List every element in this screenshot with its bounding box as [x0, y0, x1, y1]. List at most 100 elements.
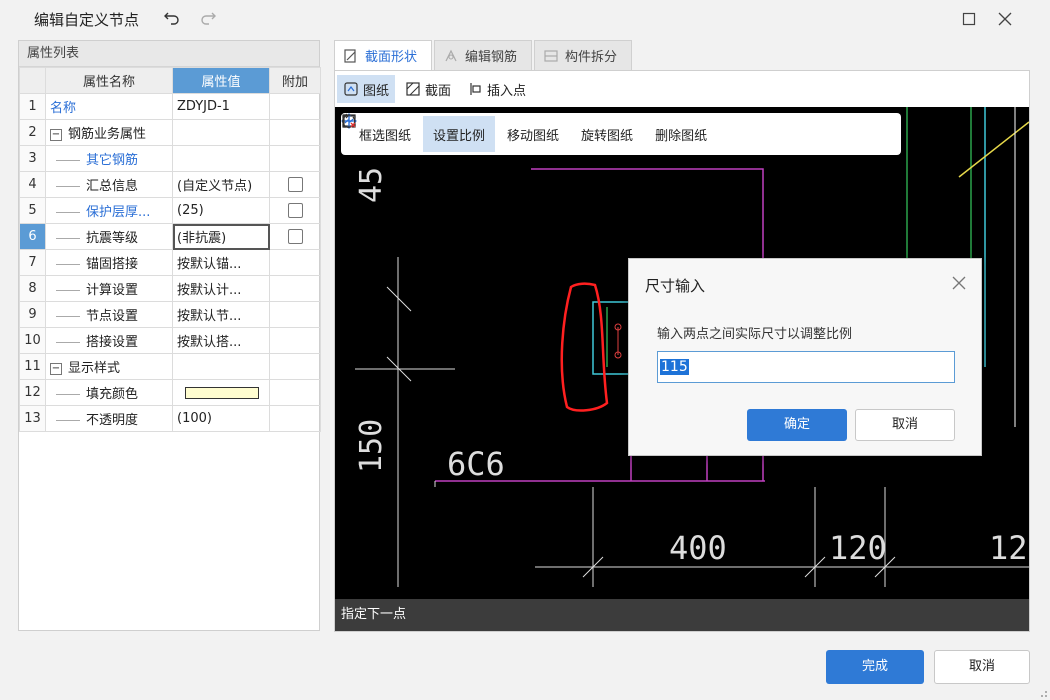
tree-line: [56, 394, 80, 395]
dim-text-45: 45: [354, 167, 389, 203]
title-bar: 编辑自定义节点: [0, 0, 1050, 38]
cancel-button[interactable]: 取消: [934, 650, 1030, 684]
insert-point-icon: [470, 83, 481, 95]
property-group: − 钢筋业务属性: [45, 119, 173, 146]
tree-line: [56, 290, 80, 291]
header-name[interactable]: 属性名称: [45, 67, 173, 94]
maximize-icon[interactable]: [958, 8, 980, 30]
select-drawing-button[interactable]: 框选图纸: [342, 114, 421, 152]
table-row[interactable]: 8 计算设置 按默认计...: [19, 275, 321, 302]
tree-line: [56, 212, 80, 213]
property-name-cell: 不透明度: [45, 405, 173, 432]
ok-button[interactable]: 确定: [747, 409, 847, 441]
extra-checkbox[interactable]: [287, 229, 303, 244]
delete-drawing-button[interactable]: 删除图纸: [343, 114, 717, 152]
property-value[interactable]: (非抗震): [172, 223, 270, 250]
dialog-prompt: 输入两点之间实际尺寸以调整比例: [657, 327, 853, 342]
property-name: 锚固搭接: [86, 257, 139, 272]
property-extra: [269, 197, 321, 224]
property-value: [172, 119, 270, 146]
set-scale-button[interactable]: 设置比例: [342, 115, 496, 152]
button-label: 旋转图纸: [581, 128, 634, 144]
property-value[interactable]: 按默认锚...: [172, 249, 270, 276]
property-value[interactable]: 按默认节...: [172, 301, 270, 328]
collapse-icon[interactable]: −: [50, 128, 62, 141]
table-row[interactable]: 4 汇总信息 (自定义节点): [19, 171, 321, 198]
table-row[interactable]: 1 名称 ZDYJD-1: [19, 93, 321, 120]
undo-icon[interactable]: [162, 8, 182, 28]
header-value[interactable]: 属性值: [172, 67, 270, 94]
table-row[interactable]: 7 锚固搭接 按默认锚...: [19, 249, 321, 276]
button-label: 设置比例: [433, 128, 486, 144]
redo-icon[interactable]: [198, 8, 218, 28]
property-value[interactable]: ZDYJD-1: [172, 93, 270, 120]
extra-checkbox[interactable]: [287, 203, 303, 218]
table-row[interactable]: 9 节点设置 按默认节...: [19, 301, 321, 328]
subtab-insert-point[interactable]: 插入点: [461, 75, 532, 103]
row-number: 10: [19, 327, 46, 354]
row-number: 11: [19, 353, 46, 380]
rebar-label: 6C6: [447, 445, 505, 483]
dimension-input-value: 115: [660, 359, 689, 375]
table-row[interactable]: 11 − 显示样式: [19, 353, 321, 380]
button-label: 移动图纸: [507, 128, 560, 144]
extra-checkbox[interactable]: [287, 177, 303, 192]
window-title: 编辑自定义节点: [34, 11, 140, 29]
tree-line: [56, 186, 80, 187]
close-icon[interactable]: [994, 8, 1016, 30]
tree-line: [56, 160, 80, 161]
property-extra: [269, 275, 321, 302]
subtab-drawing[interactable]: 图纸: [337, 75, 396, 103]
property-value[interactable]: (自定义节点): [172, 171, 270, 198]
property-name: 其它钢筋: [86, 153, 139, 168]
tab-component-split[interactable]: 构件拆分: [534, 40, 633, 70]
table-row[interactable]: 10 搭接设置 按默认搭...: [19, 327, 321, 354]
drawing-toolbar: 框选图纸 设置比例 移动图纸 旋转图纸 删除图纸: [341, 113, 901, 155]
property-extra: [269, 249, 321, 276]
property-value[interactable]: 按默认计...: [172, 275, 270, 302]
table-row-selected[interactable]: 6 抗震等级 (非抗震): [19, 223, 321, 250]
table-row[interactable]: 3 其它钢筋: [19, 145, 321, 172]
property-name: 填充颜色: [86, 387, 139, 402]
property-value: [172, 353, 270, 380]
main-tabs: 截面形状 编辑钢筋 构件拆分: [334, 40, 634, 70]
dim-text-12: 12: [989, 529, 1028, 567]
move-drawing-button[interactable]: 移动图纸: [341, 113, 569, 152]
tree-line: [56, 316, 80, 317]
fill-color-swatch[interactable]: [185, 386, 259, 399]
property-value[interactable]: (25): [172, 197, 270, 224]
property-name-cell: 其它钢筋: [45, 145, 173, 172]
collapse-icon[interactable]: −: [50, 362, 62, 375]
tab-section-shape[interactable]: 截面形状: [334, 40, 433, 70]
dimension-input[interactable]: 115: [657, 351, 955, 383]
row-number: 7: [19, 249, 46, 276]
property-value[interactable]: (100): [172, 405, 270, 432]
property-extra: [269, 223, 321, 250]
header-extra[interactable]: 附加: [269, 67, 321, 94]
table-row[interactable]: 12 填充颜色: [19, 379, 321, 406]
property-group: − 显示样式: [45, 353, 173, 380]
property-name: 抗震等级: [86, 231, 139, 246]
subtab-section[interactable]: 截面: [399, 75, 457, 103]
property-value[interactable]: 按默认搭...: [172, 327, 270, 354]
table-header-row: 属性名称 属性值 附加: [19, 67, 321, 94]
property-extra: [269, 405, 321, 432]
subtab-label: 插入点: [487, 83, 527, 99]
finish-button[interactable]: 完成: [826, 650, 924, 684]
tab-edit-rebar[interactable]: 编辑钢筋: [434, 40, 533, 70]
property-name: 钢筋业务属性: [68, 127, 147, 142]
rotate-drawing-button[interactable]: 旋转图纸: [342, 113, 643, 152]
row-number: 4: [19, 171, 46, 198]
property-value[interactable]: [172, 145, 270, 172]
table-row[interactable]: 5 保护层厚... (25): [19, 197, 321, 224]
dialog-cancel-button[interactable]: 取消: [855, 409, 955, 441]
table-row[interactable]: 2 − 钢筋业务属性: [19, 119, 321, 146]
dialog-close-icon[interactable]: [949, 273, 969, 293]
table-row[interactable]: 13 不透明度 (100): [19, 405, 321, 432]
property-name: 搭接设置: [86, 335, 139, 350]
section-icon: [406, 82, 420, 96]
subtab-label: 截面: [425, 83, 452, 99]
property-name: 名称: [45, 93, 173, 120]
resize-grip-icon[interactable]: [1036, 686, 1048, 698]
property-value[interactable]: [172, 379, 270, 406]
